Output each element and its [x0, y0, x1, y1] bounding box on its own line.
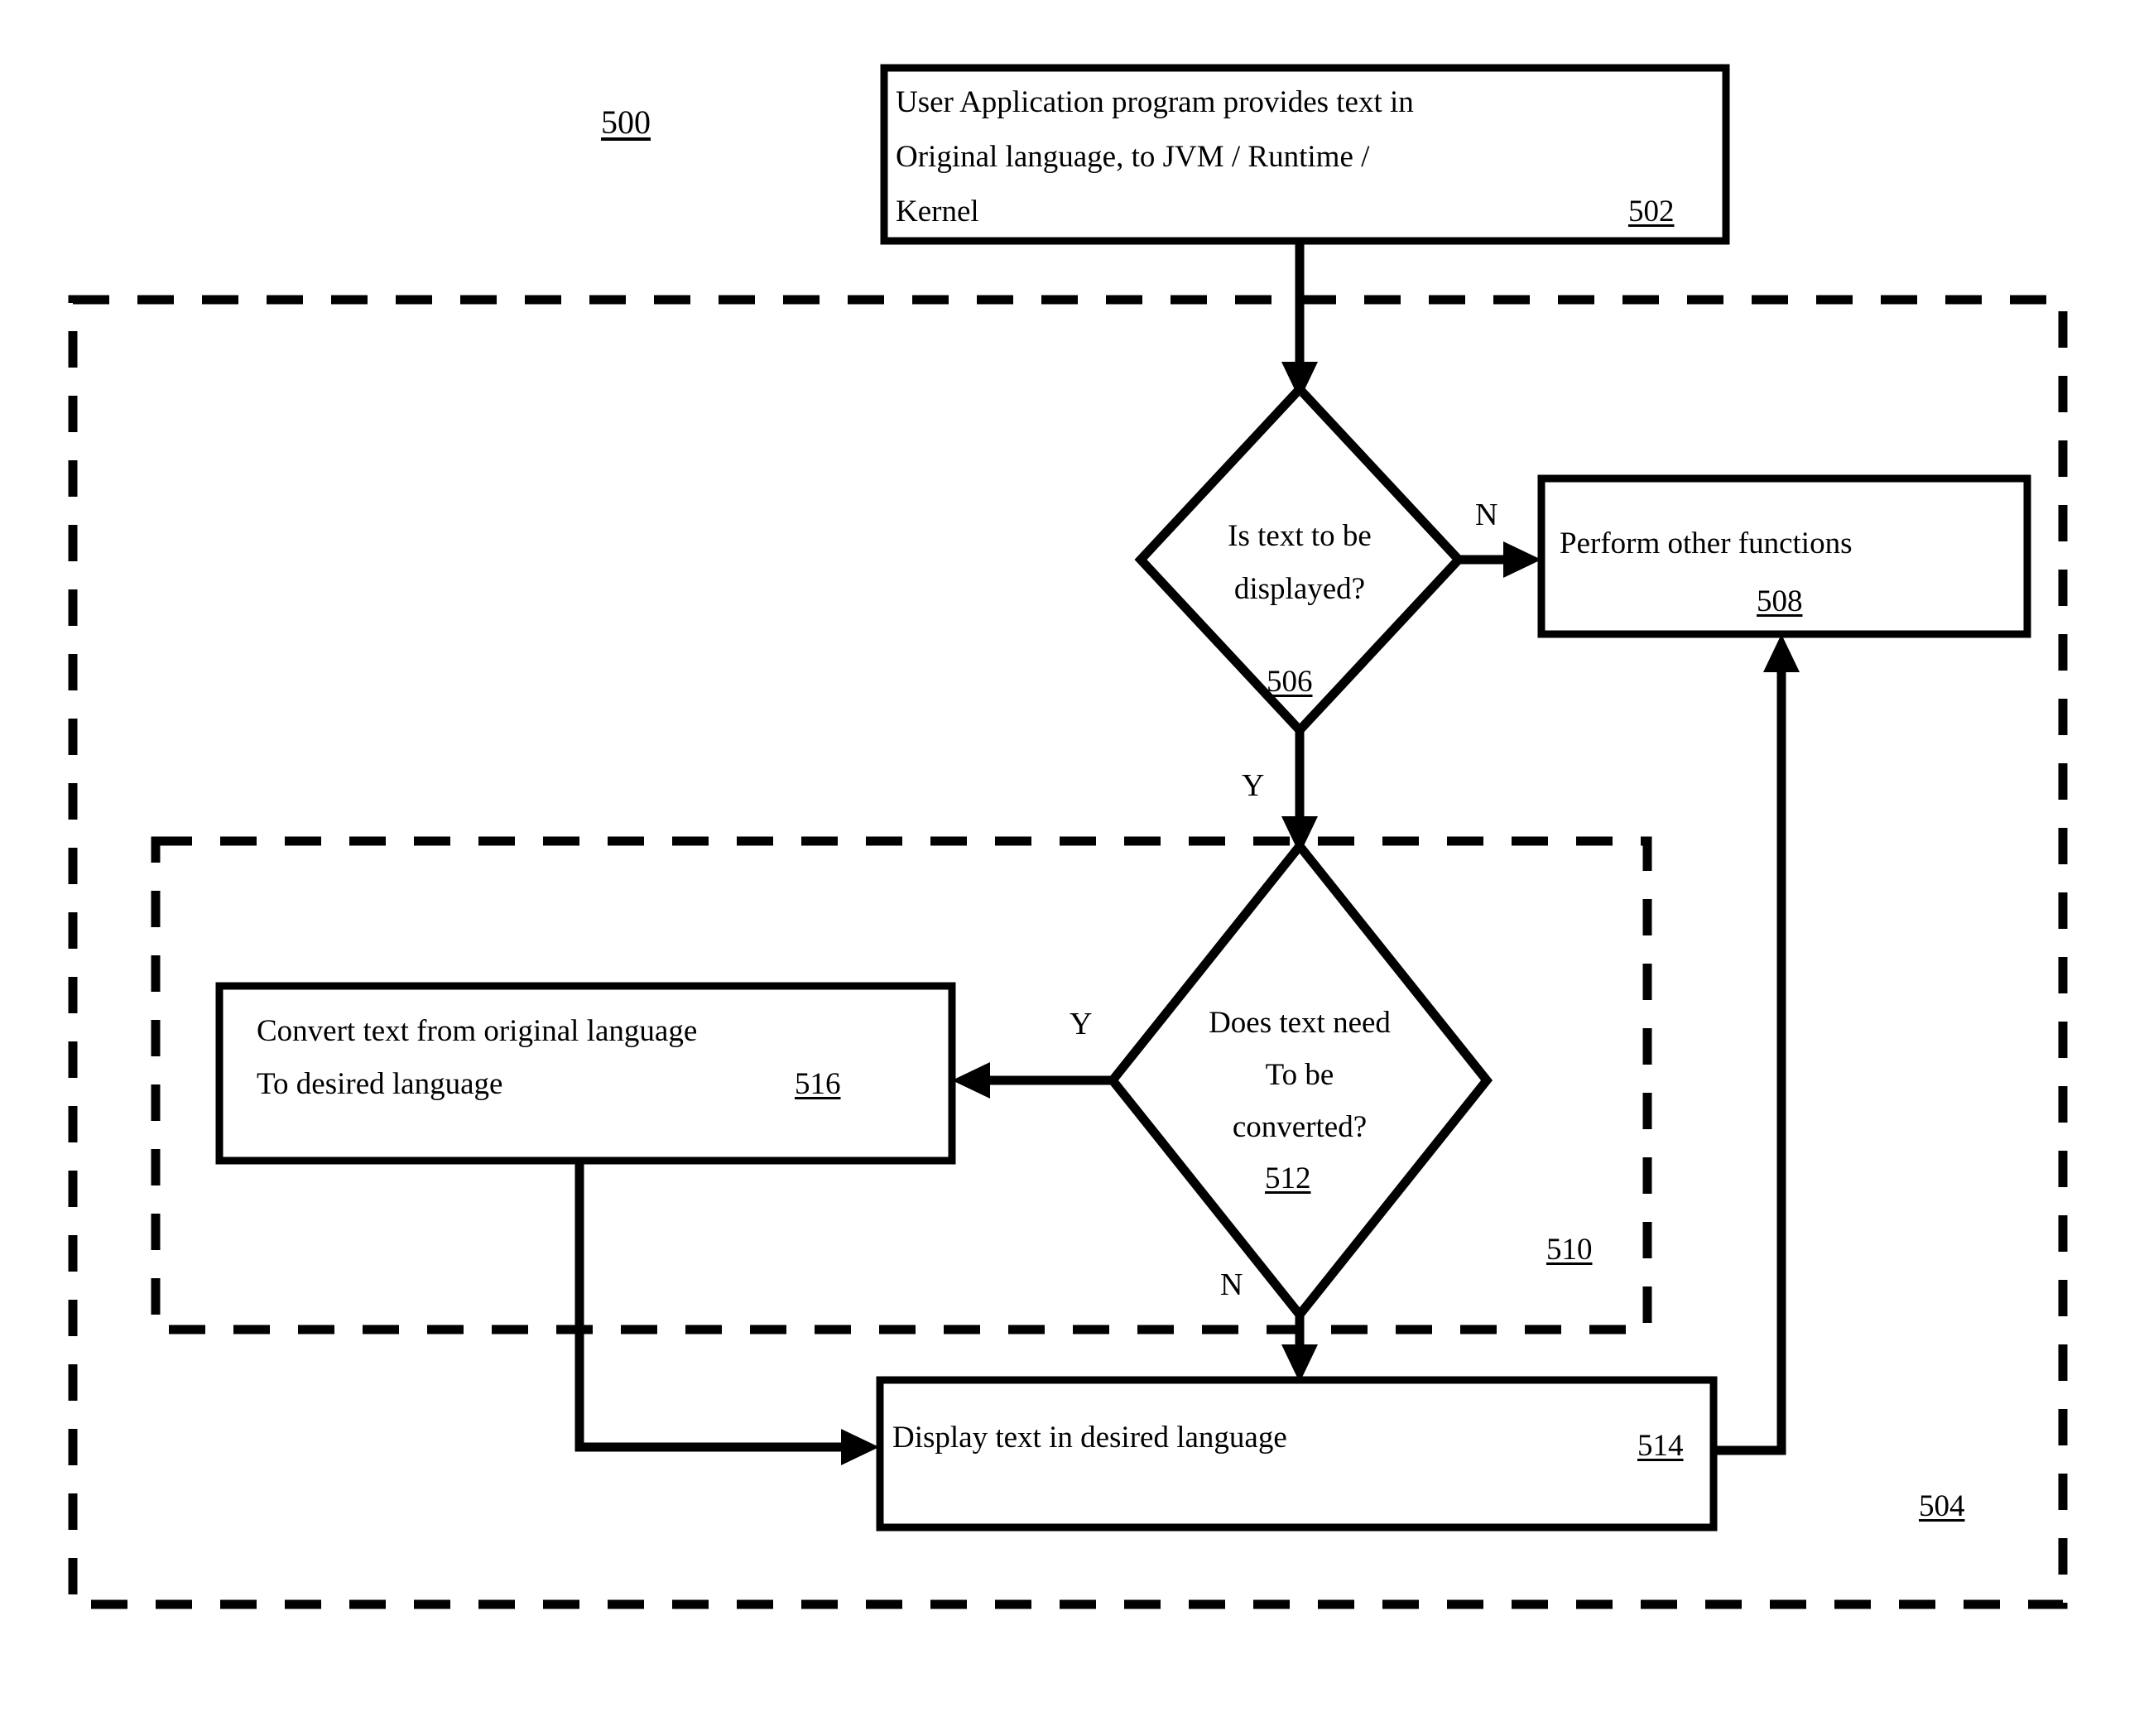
- node-502-ref: 502: [1628, 195, 1675, 228]
- node-516-line-2: To desired language: [257, 1067, 503, 1101]
- outer-group-ref-504: 504: [1919, 1489, 1965, 1523]
- connector-516-to-514: [574, 1161, 844, 1452]
- node-514-line-1: Display text in desired language: [892, 1421, 1287, 1455]
- arrowhead-516-to-514: [841, 1429, 879, 1465]
- node-514-ref: 514: [1637, 1429, 1684, 1463]
- node-512-line-3: converted?: [1232, 1110, 1368, 1144]
- arrowhead-514-to-508: [1763, 634, 1800, 672]
- node-512-line-2: To be: [1265, 1058, 1334, 1092]
- node-502-line-1: User Application program provides text i…: [896, 85, 1414, 119]
- node-502-line-2: Original language, to JVM / Runtime /: [896, 140, 1370, 174]
- node-516-line-1: Convert text from original language: [257, 1014, 698, 1048]
- edge-label-506-no: N: [1475, 498, 1498, 532]
- node-506-line-1: Is text to be: [1228, 519, 1372, 553]
- connector-514-to-508: [1714, 669, 1786, 1455]
- patent-flowchart-figure: 500 User Application program provides te…: [0, 0, 2144, 1736]
- figure-number-500: 500: [601, 103, 651, 141]
- node-512-ref: 512: [1265, 1161, 1311, 1195]
- edge-label-512-yes: Y: [1070, 1007, 1093, 1041]
- node-512-line-1: Does text need: [1209, 1006, 1391, 1040]
- flowchart-canvas: [68, 64, 2068, 1609]
- node-508-line-1: Perform other functions: [1560, 527, 1853, 560]
- edge-label-506-yes: Y: [1242, 768, 1265, 803]
- arrowhead-512-to-516: [952, 1062, 990, 1099]
- node-506-line-2: displayed?: [1233, 572, 1366, 606]
- inner-group-ref-510: 510: [1546, 1233, 1593, 1267]
- edge-label-512-no: N: [1220, 1267, 1243, 1302]
- arrowhead-506-to-508: [1503, 541, 1541, 578]
- node-502-line-3: Kernel: [896, 195, 979, 228]
- node-506-ref: 506: [1267, 665, 1313, 699]
- node-516-ref: 516: [795, 1067, 841, 1101]
- node-508-ref: 508: [1757, 584, 1803, 618]
